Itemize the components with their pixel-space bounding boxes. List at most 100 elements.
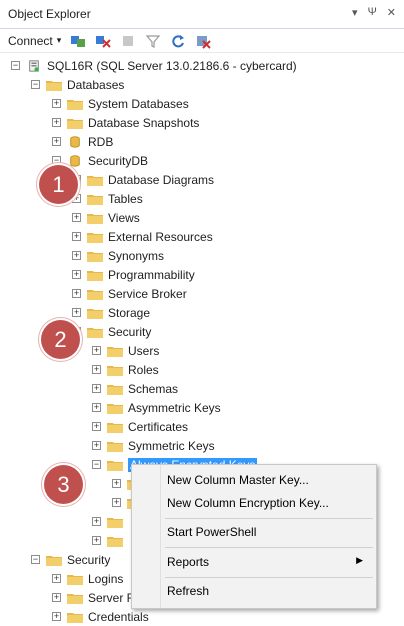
collapse-icon[interactable]: − (92, 460, 101, 469)
expand-icon[interactable]: + (92, 441, 101, 450)
tree-node-storage[interactable]: + Storage (72, 303, 150, 322)
expand-icon[interactable]: + (72, 232, 81, 241)
expand-icon[interactable]: + (92, 384, 101, 393)
expand-icon[interactable]: + (92, 365, 101, 374)
tree-node-database-diagrams[interactable]: + Database Diagrams (72, 170, 214, 189)
menu-item-reports[interactable]: Reports ▶ (167, 555, 373, 569)
folder-icon (107, 536, 123, 547)
tree-node-external-resources[interactable]: + External Resources (72, 227, 213, 246)
tree-node-tables[interactable]: + Tables (72, 189, 143, 208)
tree-node-logins[interactable]: + Logins (52, 569, 123, 588)
tree-label: Security (108, 324, 152, 339)
window-position-button[interactable]: ▾ (352, 6, 358, 19)
expand-icon[interactable]: + (52, 593, 61, 602)
filter-icon[interactable] (145, 33, 161, 49)
tree-node-security[interactable]: − Security (72, 322, 151, 341)
tree-node-hidden-sibling[interactable]: + (92, 531, 128, 550)
folder-icon (107, 460, 123, 471)
expand-icon[interactable]: + (92, 517, 101, 526)
folder-icon (107, 517, 123, 528)
expand-icon[interactable]: + (72, 308, 81, 317)
tree-label: External Resources (108, 229, 213, 244)
expand-icon[interactable]: + (92, 536, 101, 545)
folder-icon (107, 384, 123, 395)
folder-icon (87, 327, 103, 338)
connect-object-explorer-icon[interactable] (70, 33, 86, 49)
menu-separator (165, 518, 373, 519)
submenu-arrow-icon: ▶ (356, 555, 363, 565)
folder-icon (87, 175, 103, 186)
tree-label: Service Broker (108, 286, 187, 301)
menu-separator (165, 547, 373, 548)
tree-node-server-security[interactable]: − Security (31, 550, 110, 569)
menu-item-refresh[interactable]: Refresh (167, 584, 209, 598)
expand-icon[interactable]: + (72, 270, 81, 279)
step-badge-1: 1 (39, 165, 78, 204)
tree-label: Views (108, 210, 140, 225)
tree-node-programmability[interactable]: + Programmability (72, 265, 195, 284)
collapse-icon[interactable]: − (31, 555, 40, 564)
tree-node-server[interactable]: − SQL16R (SQL Server 13.0.2186.6 - cyber… (11, 56, 297, 75)
expand-icon[interactable]: + (52, 612, 61, 621)
activity-monitor-icon[interactable] (195, 33, 211, 49)
tree-node-credentials[interactable]: + Credentials (52, 607, 149, 626)
expand-icon[interactable]: + (72, 213, 81, 222)
refresh-icon[interactable] (170, 33, 186, 49)
tree-label: Databases (67, 77, 125, 92)
expand-icon[interactable]: + (112, 479, 121, 488)
tree-label: Storage (108, 305, 151, 320)
tree-node-certificates[interactable]: + Certificates (92, 417, 188, 436)
menu-item-new-column-encryption-key[interactable]: New Column Encryption Key... (167, 496, 329, 510)
disconnect-icon[interactable] (95, 33, 111, 49)
tree-node-views[interactable]: + Views (72, 208, 140, 227)
context-menu: New Column Master Key... New Column Encr… (131, 464, 377, 609)
tree-node-roles[interactable]: + Roles (92, 360, 159, 379)
expand-icon[interactable]: + (72, 251, 81, 260)
tree-node-service-broker[interactable]: + Service Broker (72, 284, 187, 303)
tree-node-hidden-sibling[interactable]: + (92, 512, 128, 531)
tree-node-server-roles[interactable]: + Server R (52, 588, 135, 607)
expand-icon[interactable]: + (52, 99, 61, 108)
menu-item-new-column-master-key[interactable]: New Column Master Key... (167, 473, 309, 487)
expand-icon[interactable]: + (112, 498, 121, 507)
expand-icon[interactable]: + (52, 574, 61, 583)
tree-node-schemas[interactable]: + Schemas (92, 379, 178, 398)
expand-icon[interactable]: + (72, 289, 81, 298)
expand-icon[interactable]: + (92, 403, 101, 412)
menu-separator (165, 577, 373, 578)
tree-node-databases[interactable]: − Databases (31, 75, 124, 94)
connect-button[interactable]: Connect ▾ (8, 34, 61, 48)
stop-icon[interactable] (120, 33, 136, 49)
folder-icon (67, 593, 83, 604)
database-icon (70, 135, 80, 148)
folder-icon (46, 80, 62, 91)
folder-icon (107, 346, 123, 357)
collapse-icon[interactable]: − (31, 80, 40, 89)
close-icon[interactable]: ✕ (387, 6, 396, 19)
collapse-icon[interactable]: − (52, 156, 61, 165)
folder-icon (87, 270, 103, 281)
folder-icon (87, 289, 103, 300)
tree-label: SecurityDB (88, 153, 149, 168)
collapse-icon[interactable]: − (11, 61, 20, 70)
tree-node-system-databases[interactable]: + System Databases (52, 94, 189, 113)
tree-label: RDB (88, 134, 114, 149)
tree-node-asymmetric-keys[interactable]: + Asymmetric Keys (92, 398, 221, 417)
folder-icon (87, 194, 103, 205)
connect-label: Connect (8, 33, 53, 48)
tree-node-symmetric-keys[interactable]: + Symmetric Keys (92, 436, 215, 455)
folder-icon (107, 403, 123, 414)
pin-icon[interactable]: Ψ (368, 6, 377, 19)
expand-icon[interactable]: + (92, 346, 101, 355)
expand-icon[interactable]: + (52, 137, 61, 146)
server-icon (29, 59, 39, 72)
folder-icon (87, 213, 103, 224)
expand-icon[interactable]: + (52, 118, 61, 127)
tree-node-database-snapshots[interactable]: + Database Snapshots (52, 113, 199, 132)
tree-node-synonyms[interactable]: + Synonyms (72, 246, 164, 265)
expand-icon[interactable]: + (92, 422, 101, 431)
menu-item-start-powershell[interactable]: Start PowerShell (167, 525, 256, 539)
folder-icon (107, 441, 123, 452)
tree-node-users[interactable]: + Users (92, 341, 159, 360)
tree-node-rdb[interactable]: + RDB (52, 132, 113, 151)
